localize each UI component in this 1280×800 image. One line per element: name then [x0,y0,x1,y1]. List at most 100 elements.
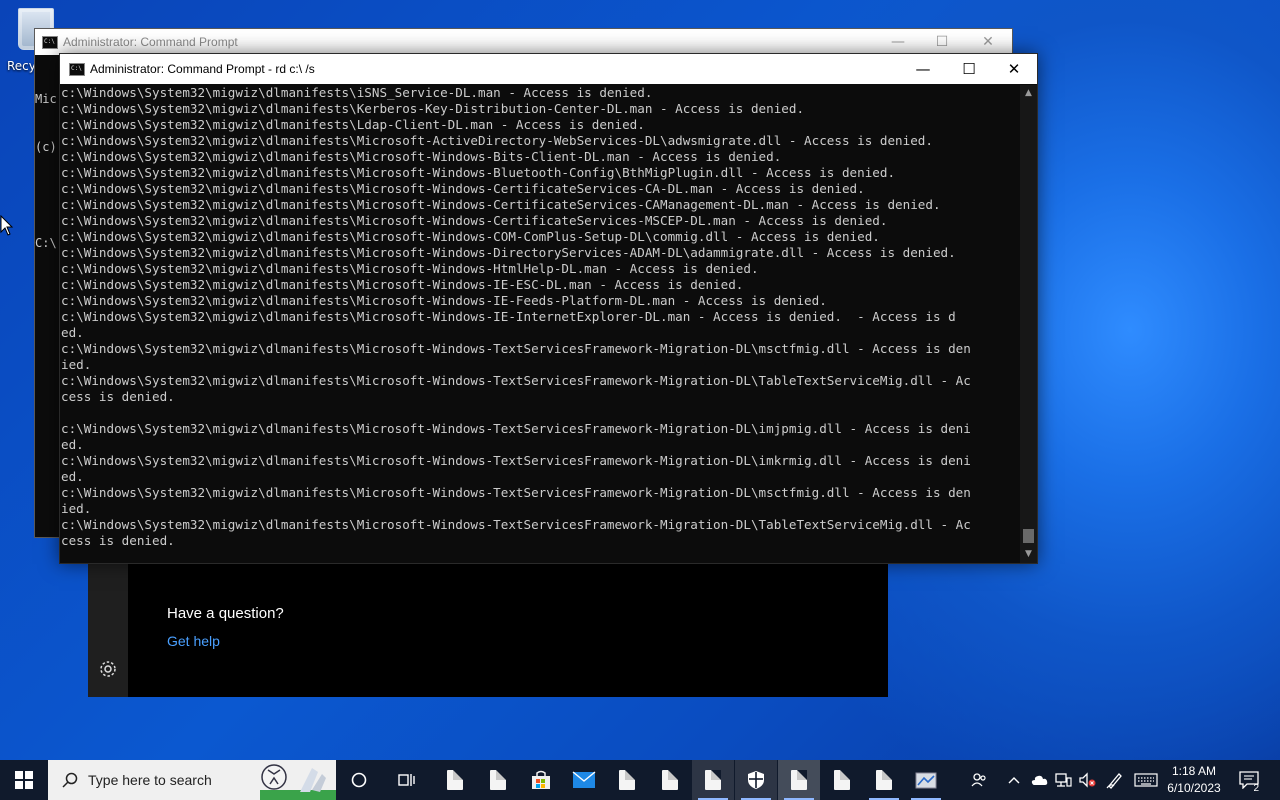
start-button[interactable] [0,760,48,800]
taskbar-app-document-active[interactable] [778,760,820,800]
console-line: cess is denied. [61,533,175,548]
scrollbar-thumb[interactable] [1023,529,1034,543]
console-line: c:\Windows\System32\migwiz\dlmanifests\M… [61,341,971,356]
task-view-button[interactable] [386,760,428,800]
console-line: c:\Windows\System32\migwiz\dlmanifests\i… [61,85,653,100]
task-view-icon [398,774,415,786]
console-line: c:\Windows\System32\migwiz\dlmanifests\M… [61,197,941,212]
minimize-button[interactable]: — [900,54,946,84]
scroll-down-button[interactable]: ▼ [1020,546,1037,563]
people-button[interactable] [968,760,990,800]
console-line: c:\Windows\System32\migwiz\dlmanifests\M… [61,133,933,148]
console-line: c:\Windows\System32\migwiz\dlmanifests\L… [61,117,645,132]
document-icon [876,770,892,790]
volume-muted-icon [1079,772,1096,788]
search-highlight-icon [260,764,336,800]
document-icon [619,770,635,790]
search-box[interactable]: Type here to search [48,760,336,800]
keyboard-icon [1134,773,1158,787]
volume-button[interactable] [1076,760,1098,800]
minimize-button[interactable]: — [875,29,921,55]
console-line: c:\Windows\System32\migwiz\dlmanifests\M… [61,421,971,436]
console-line: c:\Windows\System32\migwiz\dlmanifests\M… [61,453,971,468]
store-icon [532,770,550,789]
console-line: c:\Windows\System32\migwiz\dlmanifests\M… [61,485,971,500]
clock[interactable]: 1:18 AM 6/10/2023 [1156,763,1232,797]
taskbar-app-document[interactable] [649,760,691,800]
console-line: c:\Windows\System32\migwiz\dlmanifests\M… [61,277,744,292]
cloud-icon [1031,775,1048,785]
taskbar-app-document[interactable] [606,760,648,800]
pen-workspace-button[interactable] [1104,760,1126,800]
console-line: c:\Windows\System32\migwiz\dlmanifests\K… [61,101,805,116]
people-icon [971,773,986,787]
help-question-heading: Have a question? [167,605,284,622]
console-line: c:\Windows\System32\migwiz\dlmanifests\M… [61,213,888,228]
taskbar-app-document[interactable] [477,760,519,800]
console-line: cess is denied. [61,389,175,404]
shield-icon [748,771,764,789]
document-icon [490,770,506,790]
chevron-up-icon [1008,777,1020,784]
taskbar-app-document[interactable] [434,760,476,800]
action-center-button[interactable]: 2 [1236,760,1262,800]
close-button[interactable]: ✕ [965,29,1011,55]
taskbar: Type here to search 1:18 AM 6/10/2023 2 [0,760,1280,800]
document-icon [834,770,850,790]
search-icon [62,772,78,792]
console-line: c:\Windows\System32\migwiz\dlmanifests\M… [61,261,759,276]
cmd-icon [69,63,85,76]
network-icon [1055,773,1072,787]
get-help-link[interactable]: Get help [167,633,220,649]
taskbar-app-document[interactable] [692,760,734,800]
close-button[interactable]: ✕ [991,54,1037,84]
cortana-circle-icon [351,772,367,788]
command-prompt-window[interactable]: Administrator: Command Prompt - rd c:\ /… [59,53,1038,564]
console-output[interactable]: c:\Windows\System32\migwiz\dlmanifests\i… [61,85,1019,561]
console-line: c:\Windows\System32\migwiz\dlmanifests\M… [61,309,956,324]
window-title: Administrator: Command Prompt - rd c:\ /… [90,62,315,76]
windows-logo-icon [15,771,33,789]
network-button[interactable] [1052,760,1074,800]
taskbar-app-store[interactable] [520,760,562,800]
maximize-button[interactable]: ☐ [946,54,992,84]
mouse-pointer-icon [0,214,14,241]
taskbar-app-document[interactable] [863,760,905,800]
console-line: c:\Windows\System32\migwiz\dlmanifests\M… [61,181,865,196]
console-line: ed. [61,437,84,452]
show-hidden-icons-button[interactable] [1006,760,1022,800]
onedrive-button[interactable] [1028,760,1050,800]
taskbar-app-paint[interactable] [905,760,947,800]
console-line: ied. [61,501,92,516]
back-window-title: Administrator: Command Prompt [63,35,238,49]
cmd-icon [42,36,58,49]
pen-icon [1106,773,1122,789]
console-line: c:\Windows\System32\migwiz\dlmanifests\M… [61,165,896,180]
document-icon [705,770,721,790]
console-line: ied. [61,357,92,372]
console-line: ed. [61,469,84,484]
taskbar-app-security[interactable] [735,760,777,800]
search-placeholder: Type here to search [88,772,212,788]
document-icon [662,770,678,790]
clock-date: 6/10/2023 [1167,781,1221,795]
document-icon [791,770,807,790]
maximize-button[interactable]: ☐ [919,29,965,55]
console-line: ed. [61,325,84,340]
taskbar-app-document[interactable] [821,760,863,800]
scroll-up-button[interactable]: ▲ [1020,85,1037,102]
gear-icon[interactable] [98,659,118,683]
back-window-titlebar[interactable]: Administrator: Command Prompt — ☐ ✕ [35,29,1012,55]
clock-time: 1:18 AM [1171,764,1217,778]
vertical-scrollbar[interactable]: ▲ ▼ [1020,85,1037,563]
mail-icon [572,771,596,788]
console-line: c:\Windows\System32\migwiz\dlmanifests\M… [61,229,880,244]
console-line: c:\Windows\System32\migwiz\dlmanifests\M… [61,149,782,164]
cortana-button[interactable] [338,760,380,800]
taskbar-app-mail[interactable] [563,760,605,800]
paint-icon [915,772,937,789]
window-titlebar[interactable]: Administrator: Command Prompt - rd c:\ /… [60,54,1037,84]
console-line: c:\Windows\System32\migwiz\dlmanifests\M… [61,245,956,260]
document-icon [447,770,463,790]
